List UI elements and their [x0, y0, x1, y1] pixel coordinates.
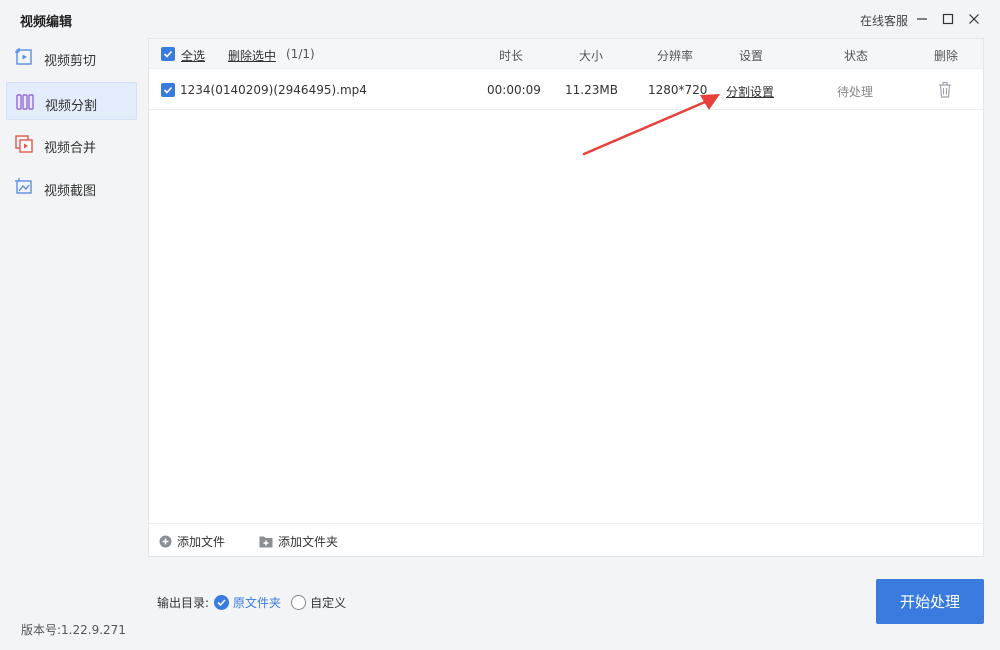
file-name: 1234(0140209)(2946495).mp4: [180, 83, 367, 97]
add-file-label: 添加文件: [177, 535, 226, 549]
radio-custom-folder[interactable]: [291, 595, 307, 610]
add-folder-button[interactable]: 添加文件夹: [259, 533, 338, 550]
video-cut-icon: [15, 48, 32, 65]
folder-plus-icon: [259, 536, 273, 548]
video-split-icon: [16, 94, 34, 110]
sidebar-item-label: 视频截图: [44, 184, 97, 199]
add-file-button[interactable]: 添加文件: [159, 533, 225, 550]
sidebar-item-label: 视频合并: [44, 141, 97, 156]
check-icon: [217, 599, 226, 607]
status-badge: 待处理: [837, 85, 874, 99]
online-support-link[interactable]: 在线客服: [860, 12, 908, 29]
sidebar-item-video-cut[interactable]: 视频剪切: [6, 38, 137, 76]
radio-custom-folder-label[interactable]: 自定义: [310, 594, 346, 611]
table-row: 1234(0140209)(2946495).mp4 00:00:09 11.2…: [149, 70, 983, 110]
app-title: 视频编辑: [20, 15, 73, 30]
minimize-icon: [917, 18, 927, 20]
sidebar-item-label: 视频剪切: [44, 54, 97, 69]
select-all-checkbox[interactable]: [161, 47, 175, 61]
output-directory-label: 输出目录:: [157, 596, 210, 610]
maximize-icon: [942, 13, 954, 25]
check-icon: [163, 86, 173, 94]
sidebar-item-video-merge[interactable]: 视频合并: [6, 125, 137, 163]
selection-count: (1/1): [286, 47, 315, 61]
file-duration: 00:00:09: [487, 83, 541, 97]
radio-original-folder-label[interactable]: 原文件夹: [233, 594, 281, 611]
sidebar-item-label: 视频分割: [45, 99, 98, 114]
delete-selected-link[interactable]: 删除选中: [228, 47, 276, 64]
delete-row-button[interactable]: [937, 81, 953, 99]
sidebar: 视频剪切 视频分割 视频合并 视频截图: [6, 38, 139, 638]
start-processing-button[interactable]: 开始处理: [876, 579, 984, 624]
row-checkbox[interactable]: [161, 83, 175, 97]
select-all-link[interactable]: 全选: [181, 47, 205, 64]
output-directory-group: 输出目录: 原文件夹 自定义: [157, 594, 346, 611]
column-header-size: 大小: [579, 49, 604, 63]
column-header-resolution: 分辨率: [657, 49, 694, 63]
sidebar-item-video-screenshot[interactable]: 视频截图: [6, 168, 137, 206]
plus-circle-icon: [159, 535, 172, 548]
column-header-settings: 设置: [739, 49, 764, 63]
trash-icon: [939, 81, 951, 98]
sidebar-item-video-split[interactable]: 视频分割: [6, 82, 137, 120]
maximize-button[interactable]: [938, 9, 958, 29]
file-resolution: 1280*720: [648, 83, 708, 97]
video-merge-icon: [15, 135, 33, 153]
column-header-delete: 删除: [934, 49, 959, 63]
table-header: 全选 删除选中 (1/1) 时长 大小 分辨率 设置 状态 删除: [149, 39, 983, 69]
video-screenshot-icon: [15, 178, 32, 194]
version-label: 版本号:1.22.9.271: [21, 623, 126, 637]
panel-footer: 添加文件 添加文件夹: [149, 523, 983, 556]
file-list-panel: 全选 删除选中 (1/1) 时长 大小 分辨率 设置 状态 删除 1234(01…: [148, 38, 984, 557]
column-header-status: 状态: [844, 49, 869, 63]
file-size: 11.23MB: [565, 83, 618, 97]
close-button[interactable]: [964, 9, 984, 29]
close-icon: [969, 14, 979, 24]
title-bar: 视频编辑 在线客服: [0, 0, 1000, 38]
column-header-duration: 时长: [499, 49, 524, 63]
split-settings-link[interactable]: 分割设置: [726, 83, 774, 100]
minimize-button[interactable]: [912, 9, 932, 29]
add-folder-label: 添加文件夹: [278, 535, 339, 549]
check-icon: [163, 50, 173, 58]
radio-original-folder[interactable]: [214, 595, 230, 610]
